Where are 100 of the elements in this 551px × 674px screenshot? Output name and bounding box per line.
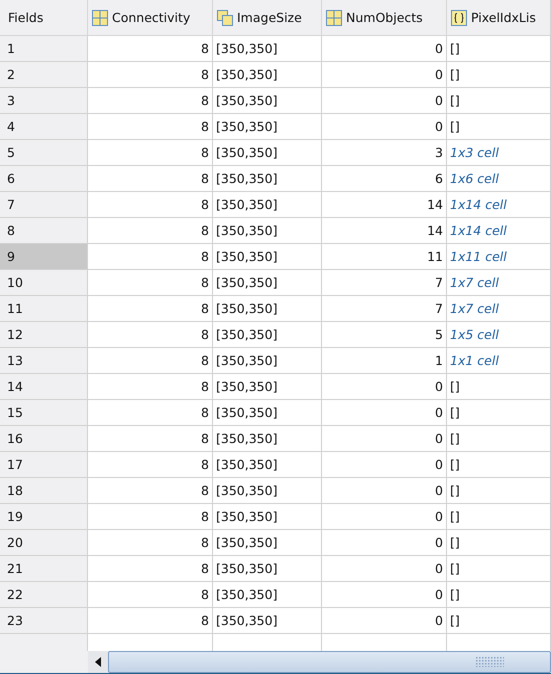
table-cell: 8	[88, 452, 213, 478]
table-cell: [350,350]	[213, 582, 322, 608]
row-header[interactable]: 12	[0, 322, 88, 348]
row-header[interactable]: 10	[0, 270, 88, 296]
row-header[interactable]: 23	[0, 608, 88, 634]
table-cell: [350,350]	[213, 374, 322, 400]
table-cell: 14	[322, 192, 447, 218]
table-cell: 8	[88, 296, 213, 322]
table-cell: [350,350]	[213, 504, 322, 530]
table-cell: 8	[88, 374, 213, 400]
table-cell: 5	[322, 322, 447, 348]
row-header[interactable]: 14	[0, 374, 88, 400]
table-cell: []	[447, 36, 551, 62]
grid-icon	[326, 10, 342, 26]
row-header[interactable]: 19	[0, 504, 88, 530]
table-cell: 1x7 cell	[447, 296, 551, 322]
table-cell: [350,350]	[213, 88, 322, 114]
table-cell: [350,350]	[213, 218, 322, 244]
table-cell: 1x14 cell	[447, 218, 551, 244]
table-cell: []	[447, 452, 551, 478]
table-cell: [350,350]	[213, 530, 322, 556]
row-header[interactable]: 13	[0, 348, 88, 374]
scrollbar-thumb[interactable]	[108, 651, 551, 673]
table-cell: [350,350]	[213, 296, 322, 322]
table-cell: [350,350]	[213, 62, 322, 88]
table-cell: [350,350]	[213, 192, 322, 218]
table-cell: 8	[88, 426, 213, 452]
table-cell: [350,350]	[213, 322, 322, 348]
row-header[interactable]: 2	[0, 62, 88, 88]
table-cell: []	[447, 530, 551, 556]
table-cell: 1x1 cell	[447, 348, 551, 374]
caret-icon	[95, 657, 101, 667]
row-header[interactable]: 1	[0, 36, 88, 62]
table-cell: []	[447, 374, 551, 400]
table-cell: 8	[88, 88, 213, 114]
table-cell: 1x5 cell	[447, 322, 551, 348]
table-cell: [350,350]	[213, 608, 322, 634]
table-cell: []	[447, 62, 551, 88]
table-cell: 8	[88, 348, 213, 374]
table-cell: []	[447, 114, 551, 140]
table-cell: 0	[322, 478, 447, 504]
table-cell: 7	[322, 270, 447, 296]
table-cell: 0	[322, 426, 447, 452]
row-header[interactable]: 11	[0, 296, 88, 322]
row-header[interactable]: 22	[0, 582, 88, 608]
table-cell: [350,350]	[213, 270, 322, 296]
table-cell: 0	[322, 452, 447, 478]
table-cell: 8	[88, 166, 213, 192]
row-header[interactable]: 9	[0, 244, 88, 270]
table-cell: [350,350]	[213, 36, 322, 62]
table-cell: []	[447, 504, 551, 530]
column-header[interactable]: PixelIdxLis	[447, 0, 551, 36]
table-cell: 7	[322, 296, 447, 322]
table-cell: [350,350]	[213, 166, 322, 192]
table-cell: 14	[322, 218, 447, 244]
table-cell: 0	[322, 400, 447, 426]
table-cell: 8	[88, 270, 213, 296]
table-cell: 1x11 cell	[447, 244, 551, 270]
row-header[interactable]: 3	[0, 88, 88, 114]
table-cell: 8	[88, 322, 213, 348]
row-header[interactable]: 7	[0, 192, 88, 218]
table-cell: []	[447, 582, 551, 608]
row-header[interactable]: 8	[0, 218, 88, 244]
table-cell: [350,350]	[213, 114, 322, 140]
table-cell: 8	[88, 140, 213, 166]
row-header[interactable]: 20	[0, 530, 88, 556]
table-cell: []	[447, 608, 551, 634]
column-header[interactable]: NumObjects	[322, 0, 447, 36]
table-cell: [350,350]	[213, 452, 322, 478]
table-cell: []	[447, 88, 551, 114]
row-header[interactable]: 17	[0, 452, 88, 478]
table-cell: 8	[88, 62, 213, 88]
row-header[interactable]: 21	[0, 556, 88, 582]
table-cell: 8	[88, 556, 213, 582]
scroll-left-button[interactable]	[88, 651, 108, 673]
column-header[interactable]: ImageSize	[213, 0, 322, 36]
row-header[interactable]: 15	[0, 400, 88, 426]
table-cell: 0	[322, 114, 447, 140]
table-cell: 11	[322, 244, 447, 270]
table-cell: 1x14 cell	[447, 192, 551, 218]
row-header[interactable]: 4	[0, 114, 88, 140]
row-header[interactable]: 18	[0, 478, 88, 504]
table-cell: 8	[88, 608, 213, 634]
table-cell: 1	[322, 348, 447, 374]
table-cell: 6	[322, 166, 447, 192]
table-cell: 8	[88, 192, 213, 218]
table-cell: 8	[88, 36, 213, 62]
table-cell: [350,350]	[213, 426, 322, 452]
table-cell: 8	[88, 478, 213, 504]
column-header[interactable]: Fields	[0, 0, 88, 36]
row-header[interactable]: 6	[0, 166, 88, 192]
table-cell: 0	[322, 62, 447, 88]
row-header[interactable]: 5	[0, 140, 88, 166]
table-cell: 1x7 cell	[447, 270, 551, 296]
column-header[interactable]: Connectivity	[88, 0, 213, 36]
row-header[interactable]: 16	[0, 426, 88, 452]
table-cell: []	[447, 400, 551, 426]
table-cell: 8	[88, 504, 213, 530]
table-cell: [350,350]	[213, 244, 322, 270]
table-cell: 8	[88, 114, 213, 140]
